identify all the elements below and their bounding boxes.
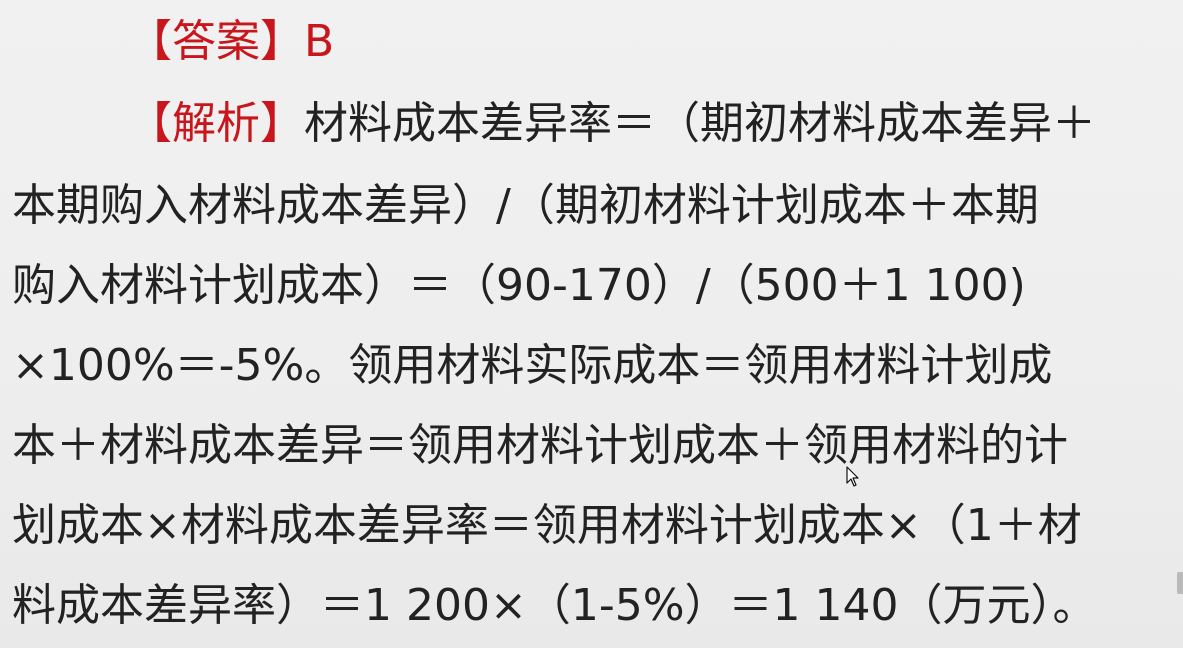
answer-value: B xyxy=(304,16,335,67)
analysis-label: 【解析】 xyxy=(128,98,304,149)
mouse-pointer-icon xyxy=(846,466,859,487)
analysis-text: 材料成本差异率＝（期初材料成本差异＋ xyxy=(304,98,1096,149)
answer-line: 【答案】B xyxy=(128,14,334,70)
analysis-line-3: 购入材料计划成本）＝（90-170）/（500＋1 100) xyxy=(12,260,1026,311)
analysis-line-7: 料成本差异率）＝1 200×（1-5%）＝1 140（万元）。 xyxy=(12,580,1097,631)
edge-marker xyxy=(1177,572,1183,594)
analysis-line-4: ×100%＝-5%。领用材料实际成本＝领用材料计划成 xyxy=(12,340,1053,391)
analysis-line-5: 本＋材料成本差异＝领用材料计划成本＋领用材料的计 xyxy=(12,420,1068,471)
answer-explanation-slide: 【答案】B 【解析】材料成本差异率＝（期初材料成本差异＋ 本期购入材料成本差异）… xyxy=(0,0,1183,648)
answer-label: 【答案】 xyxy=(128,16,304,67)
analysis-line-2: 本期购入材料成本差异）/（期初材料计划成本＋本期 xyxy=(12,180,1039,231)
analysis-line-1: 【解析】材料成本差异率＝（期初材料成本差异＋ xyxy=(128,96,1096,152)
analysis-line-6: 划成本×材料成本差异率＝领用材料计划成本×（1＋材 xyxy=(12,500,1082,551)
